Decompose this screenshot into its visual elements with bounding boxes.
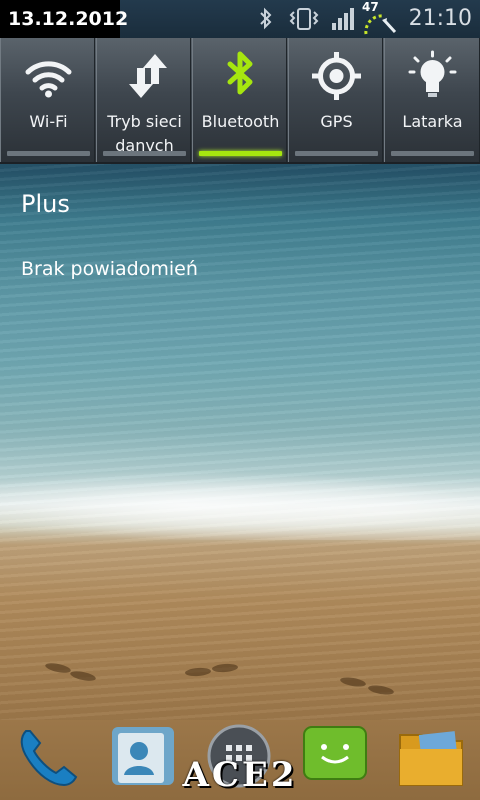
toggle-indicator [7, 151, 90, 156]
toggle-indicator [103, 151, 186, 156]
no-notifications-text: Brak powiadomień [21, 258, 198, 280]
carrier-name: Plus [21, 190, 70, 218]
toggle-data-mode[interactable]: Tryb sieci danych [96, 38, 191, 162]
status-time: 21:10 [408, 6, 472, 31]
wave-foam [0, 470, 480, 540]
watermark-text: ACE2 [182, 755, 298, 795]
flashlight-icon [385, 50, 480, 102]
toggle-label: Bluetooth [201, 112, 280, 131]
quick-settings-panel: Wi-Fi Tryb sieci danych Bluetooth GPS La… [0, 38, 480, 164]
toggle-label: GPS [320, 112, 353, 131]
toggle-indicator [391, 151, 474, 156]
data-speed-icon [362, 10, 398, 40]
toggle-gps[interactable]: GPS [288, 38, 383, 162]
toggle-label: Wi-Fi [29, 112, 68, 131]
toggle-label: Latarka [402, 112, 463, 131]
vibrate-icon [288, 6, 320, 36]
toggle-bluetooth[interactable]: Bluetooth [192, 38, 287, 162]
status-date: 13.12.2012 [0, 0, 128, 38]
gps-icon [289, 50, 384, 102]
status-bar: 13.12.2012 47 21:10 [0, 0, 480, 38]
bluetooth-icon [258, 6, 274, 36]
bluetooth-icon [193, 50, 288, 102]
toggle-indicator [295, 151, 378, 156]
toggle-flashlight[interactable]: Latarka [384, 38, 480, 162]
toggle-indicator [199, 151, 282, 156]
wifi-icon [1, 50, 96, 102]
signal-icon [330, 6, 356, 36]
toggle-wifi[interactable]: Wi-Fi [0, 38, 95, 162]
data-transfer-icon [97, 50, 192, 102]
